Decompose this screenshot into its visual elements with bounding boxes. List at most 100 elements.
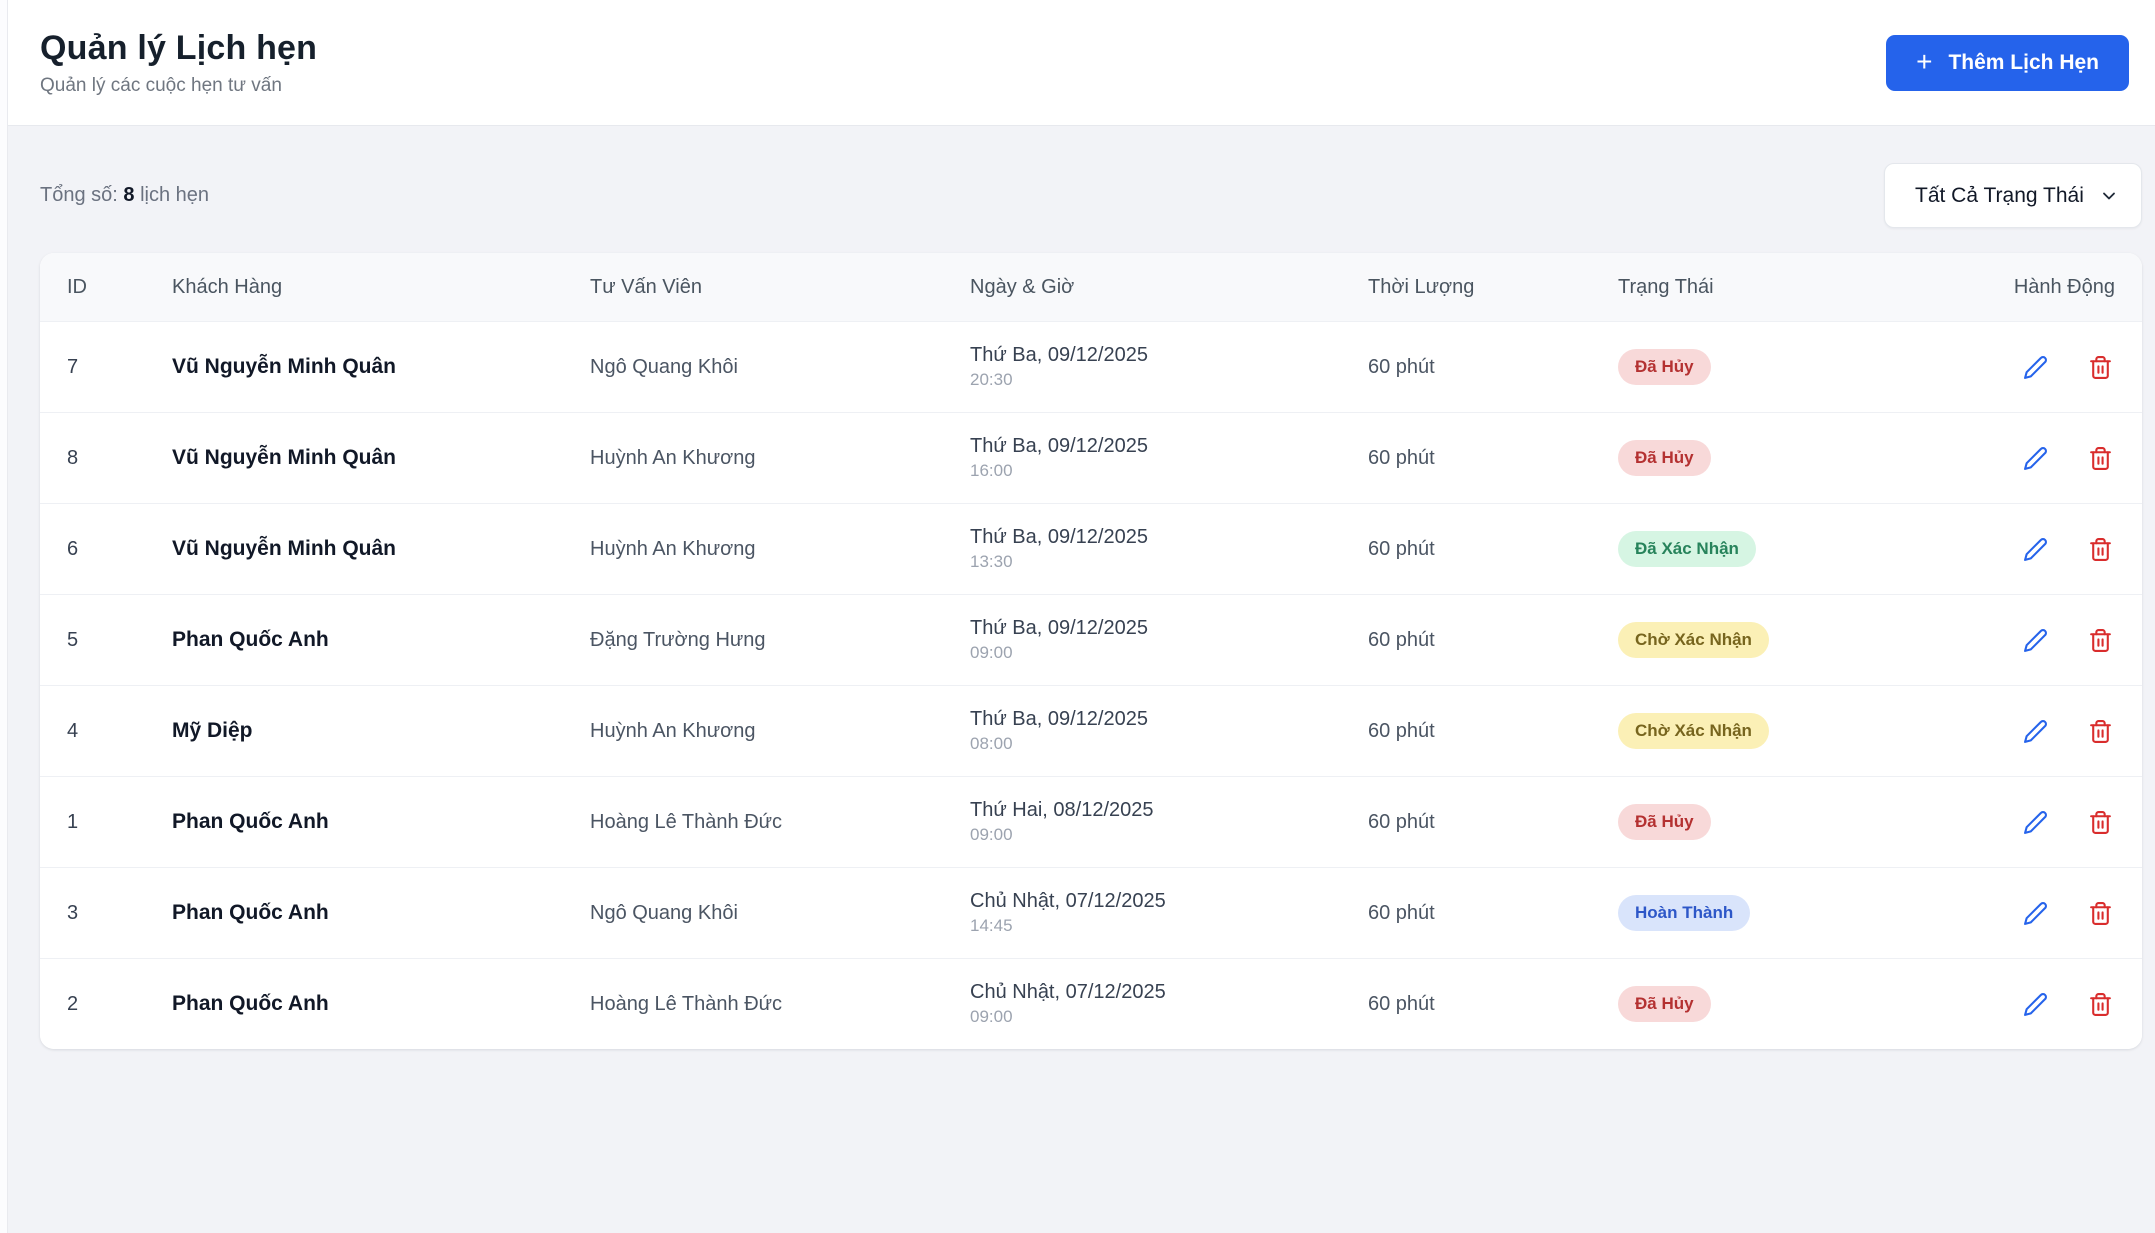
table-row: 7 Vũ Nguyễn Minh Quân Ngô Quang Khôi Thứ… (40, 321, 2142, 412)
delete-button[interactable] (2086, 353, 2115, 382)
datetime-cell: Chủ Nhật, 07/12/2025 09:00 (970, 981, 1368, 1027)
customer-name: Mỹ Diệp (172, 719, 253, 742)
appointment-id: 2 (67, 992, 79, 1015)
status-cell: Đã Hủy (1618, 440, 2008, 476)
consultant-name: Huỳnh An Khương (590, 446, 756, 469)
pencil-icon (2024, 355, 2047, 379)
edit-button[interactable] (2021, 990, 2050, 1019)
page-header: Quản lý Lịch hẹn Quản lý các cuộc hẹn tư… (0, 0, 2155, 126)
delete-button[interactable] (2086, 899, 2115, 928)
table-row: 8 Vũ Nguyễn Minh Quân Huỳnh An Khương Th… (40, 412, 2142, 503)
actions-cell (2008, 717, 2115, 746)
appointment-duration: 60 phút (1368, 446, 1435, 469)
delete-button[interactable] (2086, 990, 2115, 1019)
appointment-date: Thứ Hai, 08/12/2025 (970, 799, 1154, 821)
actions-cell (2008, 899, 2115, 928)
appointments-table: ID Khách Hàng Tư Vấn Viên Ngày & Giờ Thờ… (40, 253, 2142, 1049)
delete-button[interactable] (2086, 626, 2115, 655)
status-filter-select[interactable]: Tất Cả Trạng Thái (1884, 163, 2142, 228)
appointment-date: Thứ Ba, 09/12/2025 (970, 708, 1148, 730)
column-header-duration: Thời Lượng (1368, 275, 1475, 298)
table-row: 2 Phan Quốc Anh Hoàng Lê Thành Đức Chủ N… (40, 958, 2142, 1049)
status-cell: Đã Hủy (1618, 986, 2008, 1022)
edit-button[interactable] (2021, 717, 2050, 746)
add-appointment-button[interactable]: + Thêm Lịch Hẹn (1886, 34, 2129, 91)
customer-name: Phan Quốc Anh (172, 810, 329, 833)
pencil-icon (2024, 719, 2047, 743)
total-prefix: Tổng số: (40, 184, 118, 206)
table-row: 3 Phan Quốc Anh Ngô Quang Khôi Chủ Nhật,… (40, 867, 2142, 958)
add-appointment-label: Thêm Lịch Hẹn (1948, 50, 2099, 74)
table-header-row: ID Khách Hàng Tư Vấn Viên Ngày & Giờ Thờ… (40, 253, 2142, 321)
consultant-name: Ngô Quang Khôi (590, 355, 738, 378)
main-content: Tổng số: 8 lịch hẹn Tất Cả Trạng Thái ID… (0, 163, 2155, 1049)
appointment-duration: 60 phút (1368, 719, 1435, 742)
customer-name: Phan Quốc Anh (172, 901, 329, 924)
appointment-duration: 60 phút (1368, 901, 1435, 924)
pencil-icon (2024, 810, 2047, 834)
delete-button[interactable] (2086, 535, 2115, 564)
total-suffix: lịch hẹn (140, 184, 210, 206)
appointment-time: 08:00 (970, 734, 1013, 753)
delete-button[interactable] (2086, 808, 2115, 837)
status-cell: Đã Hủy (1618, 349, 2008, 385)
trash-icon (2090, 446, 2111, 470)
status-badge: Đã Xác Nhận (1618, 531, 1756, 567)
status-badge: Chờ Xác Nhận (1618, 622, 1769, 658)
appointment-id: 1 (67, 810, 79, 833)
status-badge: Hoàn Thành (1618, 895, 1751, 931)
trash-icon (2090, 537, 2111, 561)
appointment-date: Chủ Nhật, 07/12/2025 (970, 981, 1166, 1003)
appointment-date: Chủ Nhật, 07/12/2025 (970, 890, 1166, 912)
edit-button[interactable] (2021, 444, 2050, 473)
datetime-cell: Thứ Hai, 08/12/2025 09:00 (970, 799, 1368, 845)
datetime-cell: Thứ Ba, 09/12/2025 16:00 (970, 435, 1368, 481)
appointment-date: Thứ Ba, 09/12/2025 (970, 617, 1148, 639)
appointment-duration: 60 phút (1368, 992, 1435, 1015)
status-cell: Chờ Xác Nhận (1618, 713, 2008, 749)
customer-name: Phan Quốc Anh (172, 992, 329, 1015)
appointment-date: Thứ Ba, 09/12/2025 (970, 526, 1148, 548)
appointment-time: 14:45 (970, 916, 1013, 935)
column-header-status: Trạng Thái (1618, 275, 1714, 298)
edit-button[interactable] (2021, 808, 2050, 837)
table-body: 7 Vũ Nguyễn Minh Quân Ngô Quang Khôi Thứ… (40, 321, 2142, 1049)
appointment-time: 13:30 (970, 552, 1013, 571)
actions-cell (2008, 626, 2115, 655)
datetime-cell: Thứ Ba, 09/12/2025 20:30 (970, 344, 1368, 390)
consultant-name: Đặng Trường Hưng (590, 628, 766, 651)
chevron-down-icon (2103, 192, 2115, 199)
table-row: 4 Mỹ Diệp Huỳnh An Khương Thứ Ba, 09/12/… (40, 685, 2142, 776)
toolbar: Tổng số: 8 lịch hẹn Tất Cả Trạng Thái (40, 163, 2142, 228)
table-row: 5 Phan Quốc Anh Đặng Trường Hưng Thứ Ba,… (40, 594, 2142, 685)
total-count-number: 8 (123, 184, 135, 206)
appointment-id: 4 (67, 719, 79, 742)
pencil-icon (2024, 628, 2047, 652)
appointment-date: Thứ Ba, 09/12/2025 (970, 344, 1148, 366)
trash-icon (2090, 901, 2111, 925)
appointment-duration: 60 phút (1368, 355, 1435, 378)
status-badge: Đã Hủy (1618, 986, 1711, 1022)
delete-button[interactable] (2086, 717, 2115, 746)
column-header-actions: Hành Động (2013, 275, 2115, 298)
status-filter-value: Tất Cả Trạng Thái (1915, 183, 2084, 207)
actions-cell (2008, 535, 2115, 564)
appointment-duration: 60 phút (1368, 810, 1435, 833)
consultant-name: Ngô Quang Khôi (590, 901, 738, 924)
column-header-id: ID (67, 275, 87, 298)
appointment-time: 20:30 (970, 370, 1013, 389)
appointment-duration: 60 phút (1368, 628, 1435, 651)
edit-button[interactable] (2021, 899, 2050, 928)
actions-cell (2008, 444, 2115, 473)
delete-button[interactable] (2086, 444, 2115, 473)
edit-button[interactable] (2021, 626, 2050, 655)
status-cell: Đã Hủy (1618, 804, 2008, 840)
trash-icon (2090, 810, 2111, 834)
status-cell: Hoàn Thành (1618, 895, 2008, 931)
edit-button[interactable] (2021, 353, 2050, 382)
pencil-icon (2024, 901, 2047, 925)
datetime-cell: Thứ Ba, 09/12/2025 13:30 (970, 526, 1368, 572)
edit-button[interactable] (2021, 535, 2050, 564)
page-subtitle: Quản lý các cuộc hẹn tư vấn (40, 74, 282, 96)
column-header-customer: Khách Hàng (172, 275, 283, 298)
